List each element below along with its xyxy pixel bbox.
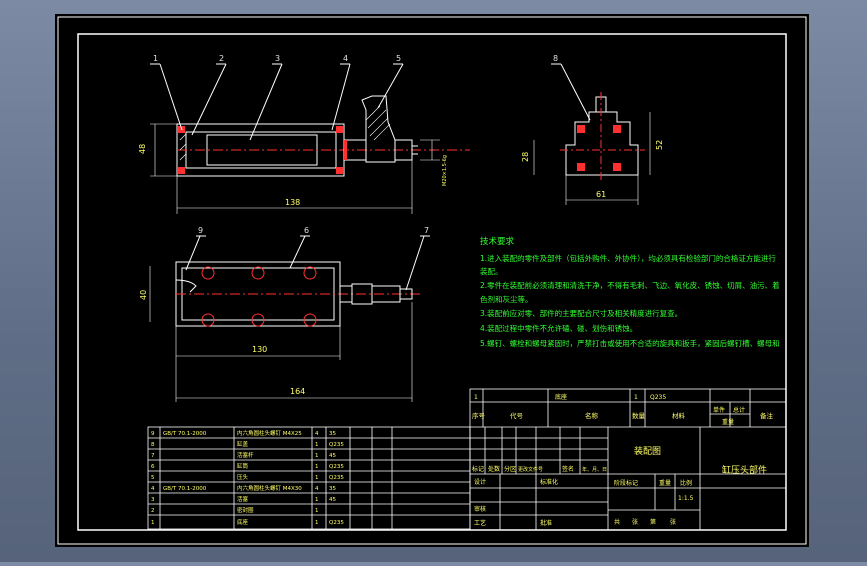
tech-item: 装配。 <box>480 266 503 276</box>
tech-item: 色剂和灰尘等。 <box>480 294 533 304</box>
tb-label: 审核 <box>474 505 486 513</box>
part-qty: 1 <box>315 475 319 481</box>
tb-label: 张 <box>670 518 676 526</box>
balloon-2: 2 <box>219 54 224 63</box>
part-name: 底座 <box>237 518 249 526</box>
tb-scale: 1:1.5 <box>678 495 694 502</box>
balloon-3: 3 <box>275 54 280 63</box>
dim-61: 61 <box>596 190 606 199</box>
part-no: 9 <box>151 431 155 437</box>
tb-header-qty: 数量 <box>632 411 646 420</box>
tech-item: 2.零件在装配前必须清理和清洗干净，不得有毛刺、飞边、氧化皮、锈蚀、切屑、油污、… <box>480 280 780 290</box>
part-qty: 1 <box>315 497 319 503</box>
part-no: 6 <box>151 464 155 470</box>
balloon-9: 9 <box>198 226 203 235</box>
balloon-4: 4 <box>343 54 348 63</box>
part-no: 2 <box>151 508 155 514</box>
dim-48: 48 <box>138 144 147 154</box>
tb-header-name: 名称 <box>585 411 599 420</box>
dim-138: 138 <box>285 198 300 207</box>
part-name: 活塞 <box>237 495 249 503</box>
part-name: 活塞杆 <box>237 451 254 459</box>
cad-viewport: 1 2 3 4 5 138 48 M20×1.5-6g 8 61 52 28 9… <box>0 0 867 562</box>
balloon-8: 8 <box>553 54 558 63</box>
tb-label: 分区 <box>504 465 516 473</box>
tb-label: 阶段标记 <box>614 479 638 487</box>
part-no: 8 <box>151 442 155 448</box>
tech-item: 5.螺钉、螺栓和螺母紧固时，严禁打击或使用不合适的旋具和扳手，紧固后螺钉槽、螺母… <box>480 338 780 348</box>
tb-label: 共 <box>614 518 620 526</box>
dim-40: 40 <box>139 290 148 300</box>
balloon-7: 7 <box>424 226 429 235</box>
tb-label: 更改文件号 <box>518 466 543 473</box>
dim-164: 164 <box>290 387 305 396</box>
tb-row-name: 底座 <box>555 393 567 401</box>
tb-row-qty: 1 <box>634 394 638 401</box>
dim-52: 52 <box>655 140 664 150</box>
tech-item: 4.装配过程中零件不允许磕、碰、划伤和锈蚀。 <box>480 323 637 333</box>
part-qty: 1 <box>315 508 319 514</box>
part-qty: 1 <box>315 520 319 526</box>
tb-header-mat: 材料 <box>672 411 686 420</box>
tb-header-unit: 单件 <box>713 406 725 414</box>
part-name: 内六角圆柱头螺钉 M4X25 <box>237 429 302 437</box>
tb-part-name: 缸压头部件 <box>722 464 767 476</box>
tb-header-remark: 备注 <box>760 411 774 420</box>
part-mat: Q235 <box>329 475 344 481</box>
part-name: 内六角圆柱头螺钉 M4X30 <box>237 484 302 492</box>
part-qty: 1 <box>315 464 319 470</box>
tb-label: 标记 <box>472 465 484 473</box>
tech-title: 技术要求 <box>480 236 515 247</box>
tb-label: 张 <box>632 518 638 526</box>
balloon-6: 6 <box>304 226 309 235</box>
tb-header-code: 代号 <box>510 411 524 420</box>
part-qty: 1 <box>315 442 319 448</box>
part-mat: 45 <box>329 453 336 459</box>
part-code: GB/T 70.1-2000 <box>163 431 207 437</box>
part-no: 4 <box>151 486 155 492</box>
tb-header-no: 序号 <box>472 411 486 420</box>
dim-thread: M20×1.5-6g <box>442 155 448 186</box>
tb-label: 比例 <box>680 479 692 487</box>
part-mat: 35 <box>329 486 336 492</box>
part-no: 1 <box>151 520 155 526</box>
part-qty: 4 <box>315 486 319 492</box>
part-name: 压头 <box>237 473 249 481</box>
dim-28: 28 <box>521 152 530 162</box>
tech-item: 1.进入装配的零件及部件（包括外购件、外协件），均必须具有检验部门的合格证方能进… <box>480 253 776 263</box>
part-mat: 45 <box>329 497 336 503</box>
part-no: 7 <box>151 453 155 459</box>
part-name: 密封圈 <box>237 506 254 514</box>
dim-130: 130 <box>252 345 267 354</box>
tb-drawing-title: 装配图 <box>634 445 661 457</box>
part-qty: 1 <box>315 453 319 459</box>
balloon-1: 1 <box>153 54 158 63</box>
tb-row-mat: Q235 <box>650 394 666 401</box>
part-mat: Q235 <box>329 442 344 448</box>
part-mat: Q235 <box>329 464 344 470</box>
part-qty: 4 <box>315 431 319 437</box>
tb-label: 年、月、日 <box>582 466 607 473</box>
tb-label: 重量 <box>659 479 671 487</box>
part-name: 缸盖 <box>237 440 249 448</box>
tech-item: 3.装配前应对零、部件的主要配合尺寸及相关精度进行复查。 <box>480 308 682 318</box>
part-no: 5 <box>151 475 155 481</box>
tb-header-weight: 重量 <box>722 418 734 426</box>
part-no: 3 <box>151 497 155 503</box>
drawing-canvas: 1 2 3 4 5 138 48 M20×1.5-6g 8 61 52 28 9… <box>55 14 809 547</box>
tb-label: 设计 <box>474 478 486 486</box>
tb-label: 标准化 <box>540 478 558 486</box>
part-mat: Q235 <box>329 520 344 526</box>
part-code: GB/T 70.1-2000 <box>163 486 207 492</box>
tb-label: 第 <box>650 518 656 526</box>
tb-row-no: 1 <box>474 394 478 401</box>
part-name: 缸筒 <box>237 462 249 470</box>
tb-label: 处数 <box>488 465 500 473</box>
tb-label: 工艺 <box>474 519 486 527</box>
part-mat: 35 <box>329 431 336 437</box>
tb-header-total: 总计 <box>733 406 745 414</box>
tb-label: 批准 <box>540 519 552 527</box>
balloon-5: 5 <box>396 54 401 63</box>
tb-label: 签名 <box>562 465 574 473</box>
